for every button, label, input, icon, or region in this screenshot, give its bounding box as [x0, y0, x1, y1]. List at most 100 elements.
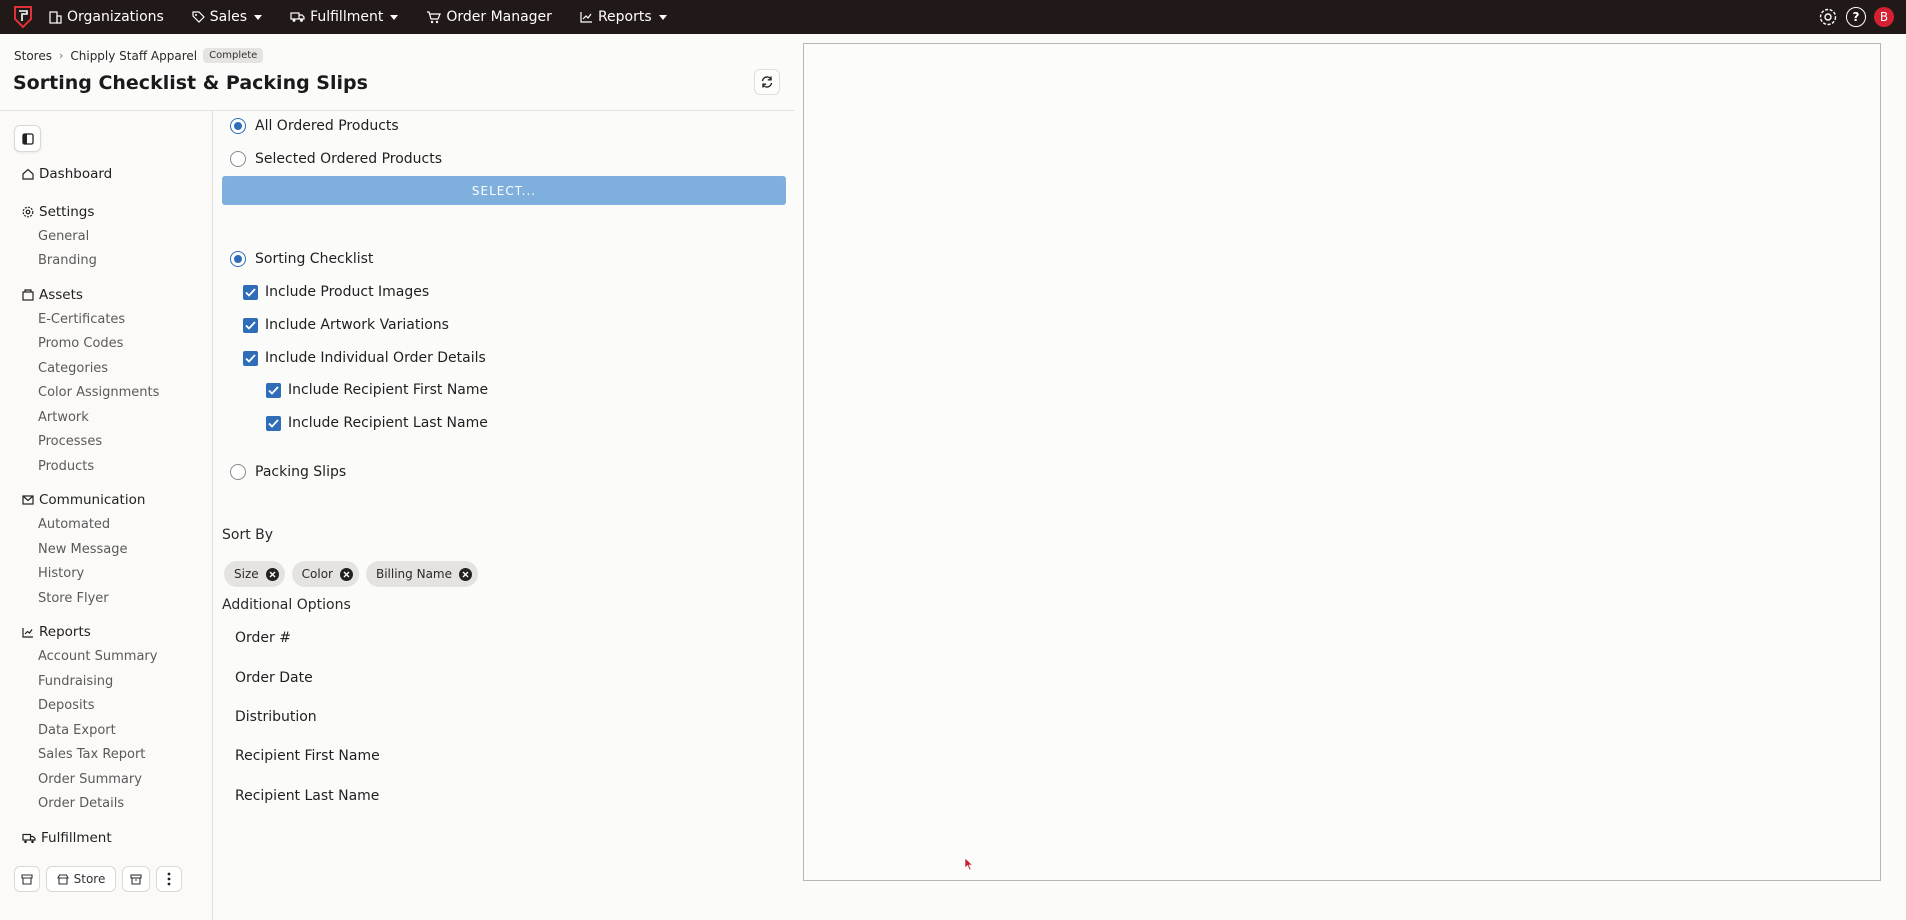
sidebar-section-label: Settings	[39, 204, 95, 220]
chart-icon	[22, 627, 33, 638]
page-title: Sorting Checklist & Packing Slips	[13, 72, 368, 94]
store-button[interactable]: Store	[46, 866, 116, 892]
sidebar-item-branding[interactable]: Branding	[38, 253, 97, 268]
archive-button[interactable]	[122, 866, 150, 892]
mail-icon	[22, 495, 34, 505]
sort-by-label: Sort By	[222, 527, 274, 543]
radio-packing-slips[interactable]: Packing Slips	[230, 464, 346, 480]
nav-order-manager[interactable]: Order Manager	[426, 0, 552, 34]
settings-gear-button[interactable]	[1818, 7, 1838, 27]
checkbox-include-individual-order-details[interactable]: Include Individual Order Details	[243, 350, 486, 366]
sidebar-section-label: Assets	[39, 287, 83, 303]
sidebar-item-fulfillment[interactable]: Fulfillment	[22, 830, 112, 846]
chip-label: Size	[234, 567, 259, 581]
sidebar-item-new-message[interactable]: New Message	[38, 542, 127, 557]
nav-sales[interactable]: Sales	[192, 0, 263, 34]
radio-all-ordered-products[interactable]: All Ordered Products	[230, 118, 399, 134]
sidebar-item-general[interactable]: General	[38, 229, 89, 244]
sidebar-section-label: Communication	[39, 492, 146, 508]
sidebar-item-categories[interactable]: Categories	[38, 361, 108, 376]
radio-control[interactable]	[230, 464, 246, 480]
sidebar-item-order-summary[interactable]: Order Summary	[38, 772, 142, 787]
sidebar-item-deposits[interactable]: Deposits	[38, 698, 94, 713]
radio-sorting-checklist[interactable]: Sorting Checklist	[230, 251, 373, 267]
nav-reports[interactable]: Reports	[580, 0, 667, 34]
chevron-down-icon	[390, 14, 399, 20]
sidebar-item-products[interactable]: Products	[38, 459, 94, 474]
sidebar-item-data-export[interactable]: Data Export	[38, 723, 116, 738]
radio-control[interactable]	[230, 151, 246, 167]
checkbox-label: Include Recipient First Name	[288, 382, 489, 398]
radio-control[interactable]	[230, 118, 246, 134]
shop-icon	[56, 873, 69, 885]
store-button-label: Store	[73, 872, 106, 886]
document-preview-pane[interactable]	[803, 43, 1881, 881]
sidebar-item-fundraising[interactable]: Fundraising	[38, 674, 113, 689]
checkbox-include-artwork-variations[interactable]: Include Artwork Variations	[243, 317, 449, 333]
close-icon[interactable]	[339, 567, 353, 581]
sort-chip-size[interactable]: Size	[224, 561, 285, 587]
additional-option-distribution[interactable]: Distribution	[235, 709, 317, 725]
storefront-button[interactable]	[14, 866, 40, 892]
sidebar-item-sales-tax-report[interactable]: Sales Tax Report	[38, 747, 145, 762]
sidebar-item-order-details[interactable]: Order Details	[38, 796, 124, 811]
nav-organizations[interactable]: Organizations	[49, 0, 164, 34]
checkbox-checked-icon[interactable]	[243, 284, 258, 300]
checkbox-checked-icon[interactable]	[243, 350, 258, 366]
sidebar-item-processes[interactable]: Processes	[38, 434, 102, 449]
checkbox-checked-icon[interactable]	[266, 415, 281, 431]
additional-option-recipient-last-name[interactable]: Recipient Last Name	[235, 788, 379, 804]
sidebar-item-account-summary[interactable]: Account Summary	[38, 649, 157, 664]
additional-option-order-number[interactable]: Order #	[235, 630, 291, 646]
chip-label: Billing Name	[375, 567, 452, 581]
checkbox-include-recipient-first-name[interactable]: Include Recipient First Name	[266, 382, 488, 398]
nav-label: Order Manager	[446, 9, 552, 25]
sidebar-item-promo-codes[interactable]: Promo Codes	[38, 336, 123, 351]
help-button[interactable]: ?	[1846, 7, 1866, 27]
nav-fulfillment[interactable]: Fulfillment	[290, 0, 399, 34]
shield-logo-icon[interactable]	[11, 5, 35, 29]
sidebar-item-color-assignments[interactable]: Color Assignments	[38, 385, 159, 400]
tag-icon	[192, 10, 205, 23]
sidebar-item-history[interactable]: History	[38, 566, 84, 581]
kebab-menu-icon	[167, 872, 171, 886]
sort-chip-color[interactable]: Color	[291, 561, 359, 587]
checkbox-include-product-images[interactable]: Include Product Images	[243, 284, 429, 300]
avatar[interactable]: B	[1874, 7, 1894, 27]
breadcrumb-stores[interactable]: Stores	[14, 49, 52, 63]
sidebar-item-store-flyer[interactable]: Store Flyer	[38, 591, 109, 606]
breadcrumb-store-name[interactable]: Chipply Staff Apparel	[70, 49, 197, 63]
sidebar-item-reports[interactable]: Reports	[22, 624, 91, 640]
more-options-button[interactable]	[156, 866, 182, 892]
checkbox-checked-icon[interactable]	[266, 382, 281, 398]
chip-label: Color	[301, 567, 333, 581]
sidebar-item-assets[interactable]: Assets	[22, 287, 83, 303]
sidebar-toggle-button[interactable]	[14, 125, 41, 152]
close-icon[interactable]	[265, 567, 279, 581]
checkbox-include-recipient-last-name[interactable]: Include Recipient Last Name	[266, 415, 488, 431]
sort-by-chips: Size Color Billing Name	[224, 561, 478, 587]
radio-label: Selected Ordered Products	[255, 151, 443, 167]
sidebar-section-label: Fulfillment	[41, 830, 112, 846]
checkbox-checked-icon[interactable]	[243, 317, 258, 333]
sidebar: Dashboard Settings General Branding Asse…	[0, 111, 213, 920]
sidebar-item-dashboard[interactable]: Dashboard	[22, 166, 112, 182]
home-icon	[22, 168, 34, 180]
select-products-button[interactable]: SELECT...	[222, 176, 786, 205]
sidebar-item-communication[interactable]: Communication	[22, 492, 145, 508]
sort-chip-billing-name[interactable]: Billing Name	[365, 561, 478, 587]
sidebar-item-e-certificates[interactable]: E-Certificates	[38, 312, 125, 327]
additional-option-recipient-first-name[interactable]: Recipient First Name	[235, 748, 380, 764]
radio-label: Packing Slips	[255, 464, 347, 480]
radio-selected-ordered-products[interactable]: Selected Ordered Products	[230, 151, 442, 167]
gear-icon	[1819, 8, 1837, 26]
refresh-button[interactable]	[754, 69, 780, 95]
nav-label: Fulfillment	[310, 9, 384, 25]
sidebar-item-automated[interactable]: Automated	[38, 517, 110, 532]
additional-option-order-date[interactable]: Order Date	[235, 670, 313, 686]
radio-control[interactable]	[230, 251, 246, 267]
mouse-cursor-icon	[964, 857, 974, 871]
close-icon[interactable]	[459, 567, 472, 581]
sidebar-item-artwork[interactable]: Artwork	[38, 410, 89, 425]
sidebar-item-settings[interactable]: Settings	[22, 204, 94, 220]
